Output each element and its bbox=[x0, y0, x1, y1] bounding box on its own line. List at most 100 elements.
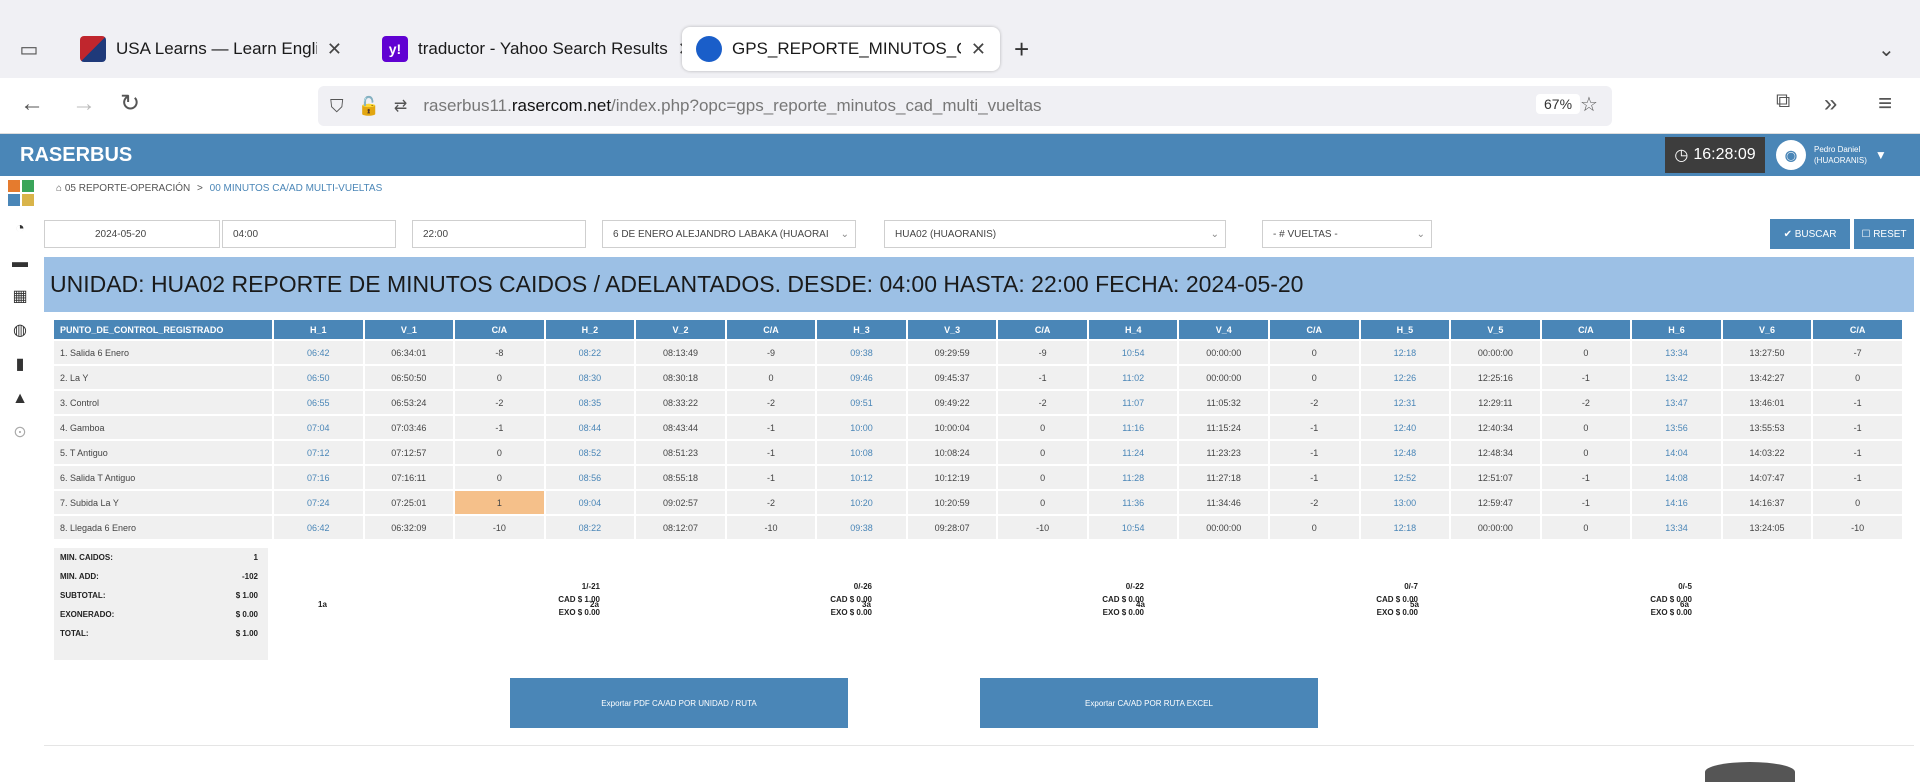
to-time-field[interactable]: 22:00 bbox=[412, 220, 586, 248]
scheduled-time-cell[interactable]: 14:04 bbox=[1632, 441, 1721, 464]
home-icon[interactable]: ⌂ bbox=[56, 183, 62, 194]
scheduled-time-cell[interactable]: 14:16 bbox=[1632, 491, 1721, 514]
scheduled-time-cell[interactable]: 13:34 bbox=[1632, 516, 1721, 539]
scheduled-time-cell[interactable]: 11:07 bbox=[1088, 391, 1178, 414]
laps-select[interactable]: - # VUELTAS - ⌄ bbox=[1262, 220, 1432, 248]
address-bar[interactable]: ⛉ 🔓 ⇄ raserbus11.rasercom.net/index.php?… bbox=[318, 86, 1612, 126]
scheduled-time-cell[interactable]: 10:00 bbox=[817, 416, 906, 439]
brand-logo[interactable]: RASERBUS bbox=[20, 144, 132, 167]
scheduled-time-cell[interactable]: 11:36 bbox=[1088, 491, 1178, 514]
scheduled-time-cell[interactable]: 12:52 bbox=[1360, 466, 1450, 489]
scheduled-time-cell[interactable]: 08:22 bbox=[545, 516, 635, 539]
scheduled-time-cell[interactable]: 12:18 bbox=[1360, 516, 1450, 539]
to-time-value: 22:00 bbox=[423, 228, 449, 240]
scheduled-time-cell[interactable]: 13:34 bbox=[1632, 341, 1721, 364]
globe-icon[interactable]: ◍ bbox=[0, 314, 40, 348]
zoom-level-badge[interactable]: 67% bbox=[1536, 94, 1581, 114]
scheduled-time-cell[interactable]: 10:12 bbox=[817, 466, 906, 489]
scheduled-time-cell[interactable]: 10:54 bbox=[1088, 516, 1178, 539]
delay-cell: -1 bbox=[1270, 466, 1359, 489]
scheduled-time-cell[interactable]: 06:50 bbox=[274, 366, 363, 389]
breadcrumb-root[interactable]: 05 REPORTE-OPERACIÓN bbox=[65, 183, 190, 194]
scheduled-time-cell[interactable]: 09:38 bbox=[817, 516, 906, 539]
unit-select[interactable]: HUA02 (HUAORANIS) ⌄ bbox=[884, 220, 1226, 248]
scheduled-time-cell[interactable]: 06:42 bbox=[274, 516, 363, 539]
scheduled-time-cell[interactable]: 12:18 bbox=[1360, 341, 1450, 364]
export-pdf-button[interactable]: Exportar PDF CA/AD POR UNIDAD / RUTA bbox=[510, 678, 848, 728]
tab-yahoo[interactable]: y! traductor - Yahoo Search Results ✕ bbox=[368, 27, 693, 71]
delay-cell: -1 bbox=[726, 466, 816, 489]
scheduled-time-cell[interactable]: 10:54 bbox=[1088, 341, 1178, 364]
header-cell: V_2 bbox=[636, 320, 725, 339]
reset-button[interactable]: ☐ RESET bbox=[1854, 219, 1914, 249]
folder-icon[interactable]: ▬ bbox=[0, 246, 40, 280]
scheduled-time-cell[interactable]: 08:22 bbox=[545, 341, 635, 364]
collapse-icon[interactable]: ⊙ bbox=[0, 416, 40, 450]
scheduled-time-cell[interactable]: 12:26 bbox=[1360, 366, 1450, 389]
scheduled-time-cell[interactable]: 13:42 bbox=[1632, 366, 1721, 389]
new-tab-button[interactable]: + bbox=[1014, 34, 1029, 65]
insecure-lock-icon[interactable]: 🔓 bbox=[358, 96, 380, 117]
scheduled-time-cell[interactable]: 11:02 bbox=[1088, 366, 1178, 389]
lap-cad: CAD $ 0.00 bbox=[1902, 593, 1920, 606]
search-button[interactable]: ✔ BUSCAR bbox=[1770, 219, 1850, 249]
shield-icon[interactable]: ⛉ bbox=[330, 96, 344, 117]
hamburger-menu-icon[interactable]: ≡ bbox=[1878, 90, 1892, 118]
scheduled-time-cell[interactable]: 11:24 bbox=[1088, 441, 1178, 464]
scheduled-time-cell[interactable]: 08:30 bbox=[545, 366, 635, 389]
scheduled-time-cell[interactable]: 07:24 bbox=[274, 491, 363, 514]
scheduled-time-cell[interactable]: 12:48 bbox=[1360, 441, 1450, 464]
forward-arrow-icon[interactable]: → bbox=[72, 90, 96, 118]
bookmark-star-icon[interactable]: ☆ bbox=[1580, 92, 1598, 117]
scheduled-time-cell[interactable]: 07:04 bbox=[274, 416, 363, 439]
bell-icon[interactable]: ▲ bbox=[0, 382, 40, 416]
scheduled-time-cell[interactable]: 11:28 bbox=[1088, 466, 1178, 489]
from-time-field[interactable]: 04:00 bbox=[222, 220, 396, 248]
scheduled-time-cell[interactable]: 11:16 bbox=[1088, 416, 1178, 439]
scheduled-time-cell[interactable]: 12:31 bbox=[1360, 391, 1450, 414]
tab-gps-report[interactable]: GPS_REPORTE_MINUTOS_CAD_ ✕ bbox=[682, 27, 1000, 71]
scheduled-time-cell[interactable]: 10:20 bbox=[817, 491, 906, 514]
scheduled-time-cell[interactable]: 07:16 bbox=[274, 466, 363, 489]
url-text[interactable]: raserbus11.rasercom.net/index.php?opc=gp… bbox=[423, 96, 1041, 116]
scheduled-time-cell[interactable]: 13:47 bbox=[1632, 391, 1721, 414]
permissions-icon[interactable]: ⇄ bbox=[394, 96, 407, 116]
scheduled-time-cell[interactable]: 08:35 bbox=[545, 391, 635, 414]
scheduled-time-cell[interactable]: 09:51 bbox=[817, 391, 906, 414]
bookmark-icon[interactable]: ▮ bbox=[0, 348, 40, 382]
scheduled-time-cell[interactable]: 09:38 bbox=[817, 341, 906, 364]
tab-overflow-chevron-down-icon[interactable]: ⌄ bbox=[1878, 37, 1895, 62]
actual-time-cell: 13:42:27 bbox=[1722, 366, 1812, 389]
scheduled-time-cell[interactable]: 06:42 bbox=[274, 341, 363, 364]
dashboard-icon[interactable]: ◔ bbox=[0, 212, 40, 246]
actual-time-cell: 08:55:18 bbox=[636, 466, 725, 489]
scheduled-time-cell[interactable]: 08:52 bbox=[545, 441, 635, 464]
extensions-icon[interactable]: ⧉ bbox=[1776, 90, 1790, 113]
scheduled-time-cell[interactable]: 13:56 bbox=[1632, 416, 1721, 439]
scheduled-time-cell[interactable]: 07:12 bbox=[274, 441, 363, 464]
user-menu[interactable]: ◉ Pedro Daniel (HUAORANIS) ▼ bbox=[1776, 139, 1911, 171]
date-field[interactable]: 2024-05-20 bbox=[44, 220, 220, 248]
scheduled-time-cell[interactable]: 12:40 bbox=[1360, 416, 1450, 439]
scheduled-time-cell[interactable]: 08:56 bbox=[545, 466, 635, 489]
overflow-menu-icon[interactable]: » bbox=[1824, 90, 1837, 118]
scheduled-time-cell[interactable]: 06:55 bbox=[274, 391, 363, 414]
actual-time-cell: 12:48:34 bbox=[1451, 441, 1540, 464]
calendar-icon[interactable]: ▦ bbox=[0, 280, 40, 314]
back-arrow-icon[interactable]: ← bbox=[20, 90, 44, 118]
scheduled-time-cell[interactable]: 09:46 bbox=[817, 366, 906, 389]
close-icon[interactable]: ✕ bbox=[971, 39, 986, 60]
export-excel-button[interactable]: Exportar CA/AD POR RUTA EXCEL bbox=[980, 678, 1318, 728]
scheduled-time-cell[interactable]: 14:08 bbox=[1632, 466, 1721, 489]
scheduled-time-cell[interactable]: 13:00 bbox=[1360, 491, 1450, 514]
tab-usa-learns[interactable]: USA Learns — Learn English for ✕ bbox=[66, 27, 356, 71]
actual-time-cell: 11:27:18 bbox=[1179, 466, 1269, 489]
scheduled-time-cell[interactable]: 09:04 bbox=[545, 491, 635, 514]
scheduled-time-cell[interactable]: 10:08 bbox=[817, 441, 906, 464]
tab-list-icon[interactable]: ▭ bbox=[6, 37, 52, 62]
reload-icon[interactable]: ↻ bbox=[120, 89, 140, 118]
close-icon[interactable]: ✕ bbox=[327, 39, 342, 60]
route-select[interactable]: 6 DE ENERO ALEJANDRO LABAKA (HUAORAI ⌄ bbox=[602, 220, 856, 248]
scheduled-time-cell[interactable]: 08:44 bbox=[545, 416, 635, 439]
apps-grid-icon[interactable] bbox=[0, 176, 40, 212]
